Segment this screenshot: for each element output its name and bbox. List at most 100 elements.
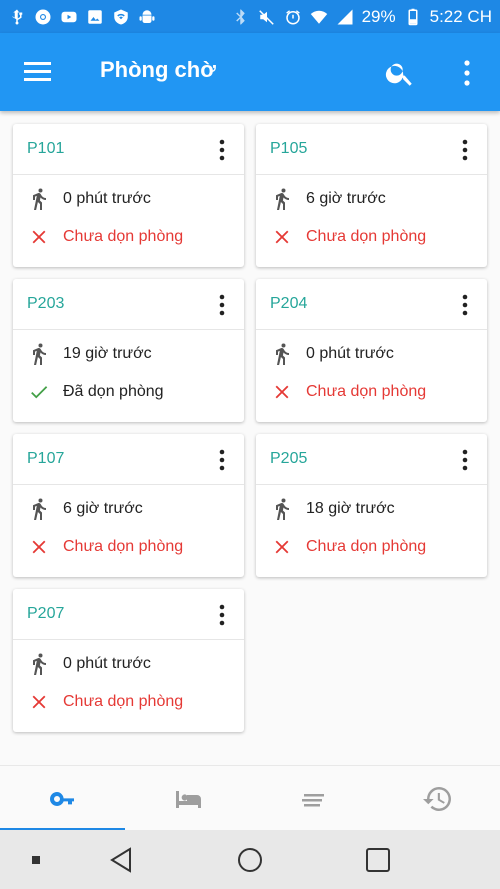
room-card-header: P105 bbox=[256, 124, 487, 175]
shield-wifi-icon bbox=[112, 8, 130, 26]
more-vert-icon bbox=[462, 294, 468, 316]
walking-person-icon bbox=[270, 342, 294, 366]
room-last-activity: 18 giờ trước bbox=[270, 497, 395, 521]
battery-icon bbox=[404, 8, 422, 26]
room-last-activity: 6 giờ trước bbox=[27, 497, 143, 521]
key-icon bbox=[49, 791, 74, 806]
history-icon bbox=[422, 786, 451, 811]
room-clean-status: Chưa dọn phòng bbox=[27, 535, 183, 559]
tab-keys[interactable] bbox=[0, 766, 125, 831]
overflow-menu-button[interactable] bbox=[455, 57, 479, 89]
bottom-navigation bbox=[0, 765, 500, 831]
room-card-header: P205 bbox=[256, 434, 487, 485]
list-icon bbox=[301, 793, 324, 806]
room-clean-status-label: Chưa dọn phòng bbox=[63, 538, 184, 555]
room-card-more-button[interactable] bbox=[457, 293, 473, 317]
room-card-more-button[interactable] bbox=[457, 448, 473, 472]
wifi-icon bbox=[310, 8, 328, 26]
room-last-activity: 6 giờ trước bbox=[270, 187, 386, 211]
hamburger-menu-icon bbox=[24, 62, 51, 81]
room-card-header: P107 bbox=[13, 434, 244, 485]
recents-square-icon bbox=[366, 848, 390, 872]
room-number: P207 bbox=[27, 605, 65, 622]
room-clean-status: Chưa dọn phòng bbox=[270, 380, 426, 404]
room-clean-status: Chưa dọn phòng bbox=[27, 690, 183, 714]
room-time-ago: 6 giờ trước bbox=[63, 500, 143, 517]
page-title: Phòng chờ bbox=[100, 57, 216, 82]
walking-person-icon bbox=[27, 497, 51, 521]
room-number: P204 bbox=[270, 295, 308, 312]
signal-icon bbox=[336, 8, 354, 26]
room-card-p101[interactable]: P101 0 phút trước Chưa dọn phòng bbox=[13, 124, 244, 267]
walking-person-icon bbox=[270, 187, 294, 211]
close-icon bbox=[27, 690, 51, 714]
status-bar-notifications bbox=[8, 8, 156, 26]
room-clean-status-label: Đã dọn phòng bbox=[63, 383, 164, 400]
search-icon bbox=[385, 63, 412, 86]
room-time-ago: 0 phút trước bbox=[63, 190, 151, 207]
room-card-more-button[interactable] bbox=[214, 138, 230, 162]
system-menu-button[interactable] bbox=[22, 846, 50, 874]
clock: 5:22 CH bbox=[429, 6, 492, 26]
room-number: P203 bbox=[27, 295, 65, 312]
room-clean-status-label: Chưa dọn phòng bbox=[306, 538, 427, 555]
system-navigation-bar bbox=[0, 830, 500, 889]
walking-person-icon bbox=[27, 342, 51, 366]
chrome-icon bbox=[34, 8, 52, 26]
room-clean-status-label: Chưa dọn phòng bbox=[63, 228, 184, 245]
tab-list[interactable] bbox=[250, 766, 375, 831]
battery-percentage: 29% bbox=[361, 6, 396, 26]
home-button[interactable] bbox=[236, 846, 264, 874]
room-time-ago: 0 phút trước bbox=[306, 345, 394, 362]
room-card-more-button[interactable] bbox=[214, 293, 230, 317]
more-vert-icon bbox=[219, 604, 225, 626]
menu-button[interactable] bbox=[22, 58, 54, 86]
room-last-activity: 0 phút trước bbox=[270, 342, 394, 366]
room-time-ago: 0 phút trước bbox=[63, 655, 151, 672]
room-clean-status: Chưa dọn phòng bbox=[27, 225, 183, 249]
room-card-header: P203 bbox=[13, 279, 244, 330]
room-card-p203[interactable]: P203 19 giờ trước Đã dọn phòng bbox=[13, 279, 244, 422]
room-clean-status: Chưa dọn phòng bbox=[270, 225, 426, 249]
recents-button[interactable] bbox=[364, 846, 392, 874]
room-card-header: P207 bbox=[13, 589, 244, 640]
room-clean-status-label: Chưa dọn phòng bbox=[306, 383, 427, 400]
close-icon bbox=[270, 535, 294, 559]
more-vert-icon bbox=[462, 139, 468, 161]
room-card-header: P101 bbox=[13, 124, 244, 175]
room-card-more-button[interactable] bbox=[457, 138, 473, 162]
room-time-ago: 6 giờ trước bbox=[306, 190, 386, 207]
room-clean-status: Chưa dọn phòng bbox=[270, 535, 426, 559]
image-icon bbox=[86, 8, 104, 26]
close-icon bbox=[27, 225, 51, 249]
bluetooth-icon bbox=[232, 8, 250, 26]
room-card-p205[interactable]: P205 18 giờ trước Chưa dọn phòng bbox=[256, 434, 487, 577]
tab-rooms[interactable] bbox=[125, 766, 250, 831]
tab-history[interactable] bbox=[375, 766, 500, 831]
more-vert-icon bbox=[464, 60, 470, 86]
room-card-header: P204 bbox=[256, 279, 487, 330]
room-card-p207[interactable]: P207 0 phút trước Chưa dọn phòng bbox=[13, 589, 244, 732]
room-time-ago: 19 giờ trước bbox=[63, 345, 152, 362]
room-number: P105 bbox=[270, 140, 308, 157]
close-icon bbox=[270, 225, 294, 249]
walking-person-icon bbox=[27, 187, 51, 211]
room-card-p105[interactable]: P105 6 giờ trước Chưa dọn phòng bbox=[256, 124, 487, 267]
more-vert-icon bbox=[219, 294, 225, 316]
bed-icon bbox=[175, 790, 201, 808]
room-card-more-button[interactable] bbox=[214, 448, 230, 472]
alarm-icon bbox=[284, 8, 302, 26]
usb-icon bbox=[8, 8, 26, 26]
back-button[interactable] bbox=[108, 846, 136, 874]
room-time-ago: 18 giờ trước bbox=[306, 500, 395, 517]
small-square-icon bbox=[32, 856, 40, 864]
room-card-p107[interactable]: P107 6 giờ trước Chưa dọn phòng bbox=[13, 434, 244, 577]
search-button[interactable] bbox=[384, 57, 416, 89]
room-last-activity: 0 phút trước bbox=[27, 187, 151, 211]
room-number: P205 bbox=[270, 450, 308, 467]
more-vert-icon bbox=[462, 449, 468, 471]
walking-person-icon bbox=[270, 497, 294, 521]
room-number: P101 bbox=[27, 140, 65, 157]
room-card-p204[interactable]: P204 0 phút trước Chưa dọn phòng bbox=[256, 279, 487, 422]
room-card-more-button[interactable] bbox=[214, 603, 230, 627]
